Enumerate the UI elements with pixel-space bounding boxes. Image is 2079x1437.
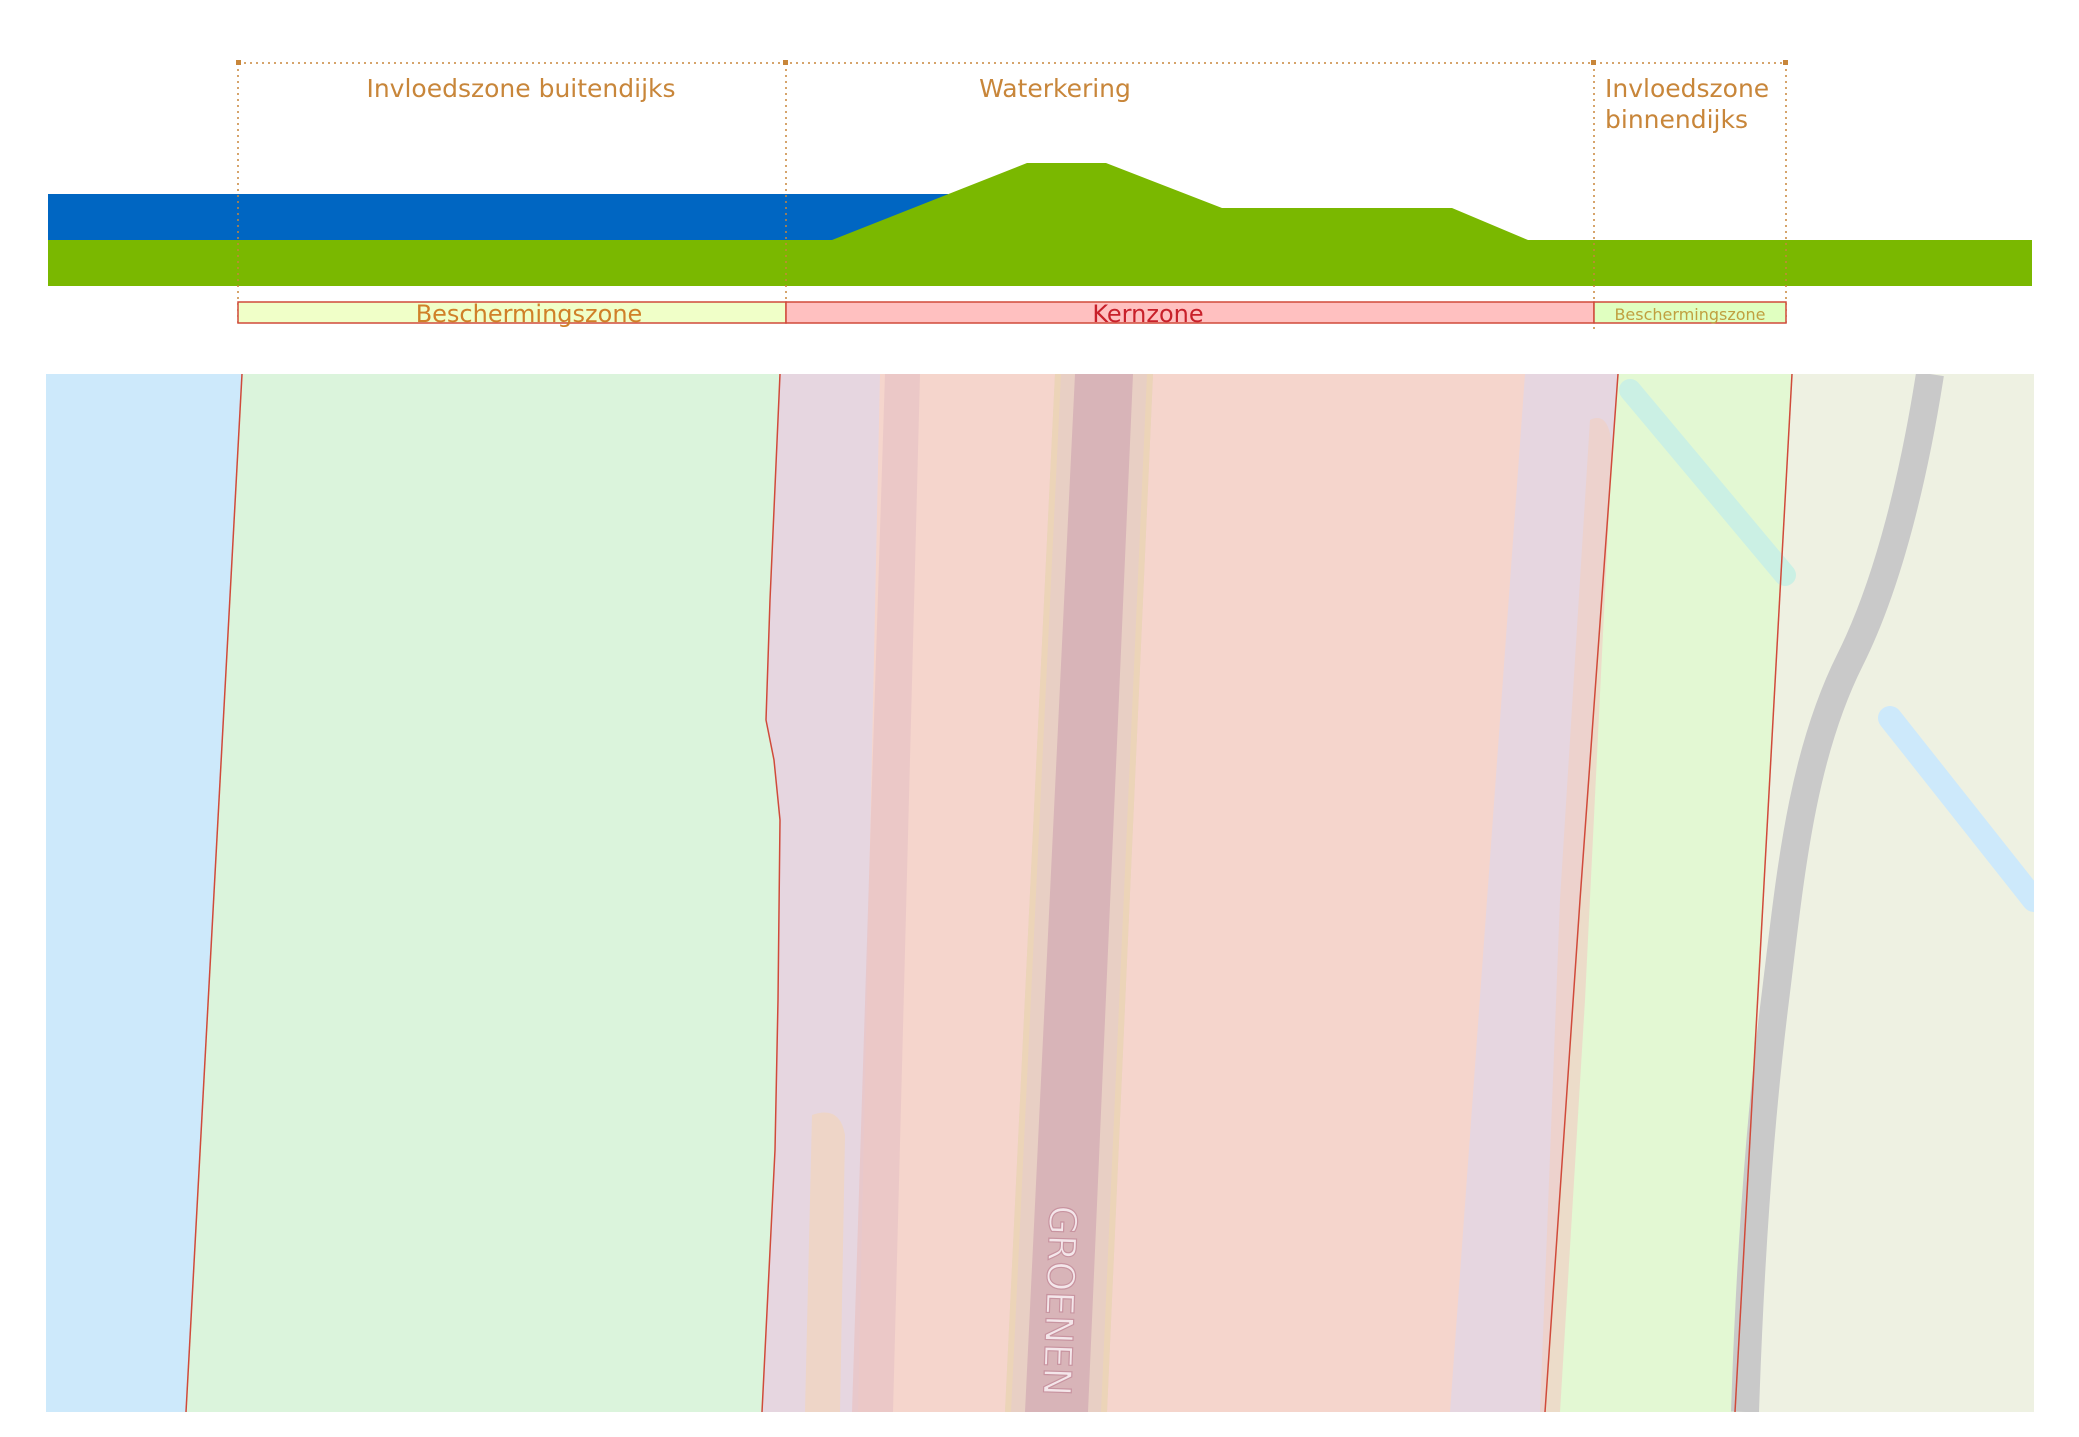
zone-label-water-barrier: Waterkering bbox=[979, 74, 1131, 103]
map-road-label: GROENEN bbox=[1034, 1205, 1085, 1397]
protection-zone-label-outer: Beschermingszone bbox=[416, 300, 643, 328]
core-zone-label: Kernzone bbox=[1092, 300, 1203, 328]
zone-label-inner-influence: Invloedszone bbox=[1605, 74, 1769, 103]
zone-label-inner-influence-line2: binnendijks bbox=[1605, 105, 1748, 134]
cross-section: Invloedszone buitendijks Waterkering Inv… bbox=[48, 60, 2032, 330]
dike-zoning-diagram: Invloedszone buitendijks Waterkering Inv… bbox=[46, 60, 2034, 1412]
protection-zone-label-inner: Beschermingszone bbox=[1614, 305, 1765, 324]
water-body bbox=[48, 194, 948, 240]
map-view: GROENEN bbox=[46, 374, 2034, 1412]
map-protection-zone-outer bbox=[186, 374, 780, 1412]
zone-label-outer-influence: Invloedszone buitendijks bbox=[366, 74, 675, 103]
